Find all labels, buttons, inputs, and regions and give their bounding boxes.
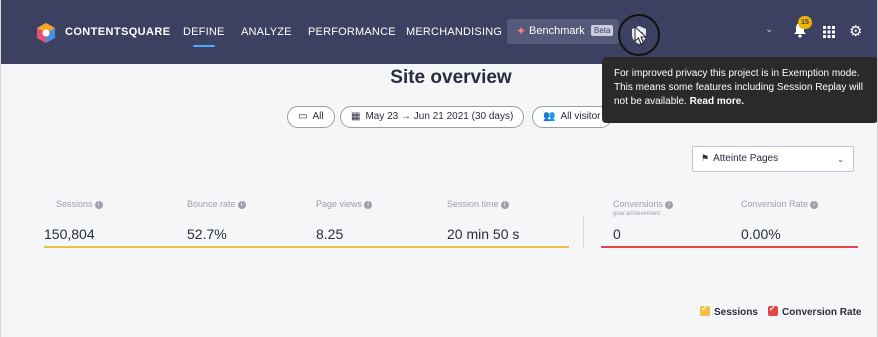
flag-icon: ⚑ — [701, 153, 710, 163]
users-icon: 👥 — [543, 111, 556, 122]
legend-checkbox-icon[interactable] — [700, 304, 710, 317]
metric-label-session-time: Session time i — [447, 199, 509, 209]
metric-value-conversions: 0 — [613, 226, 621, 242]
metric-value-bounce-rate: 52.7% — [187, 226, 227, 242]
mouse-pointer-icon — [634, 26, 648, 45]
info-icon[interactable]: i — [665, 200, 674, 209]
metric-value-page-views: 8.25 — [316, 226, 344, 242]
metric-label-conversion-rate: Conversion Rate i — [741, 199, 819, 209]
nav-define[interactable]: DEFINE — [183, 26, 225, 47]
visitors-filter-button[interactable]: 👥 All visitor — [532, 106, 612, 128]
device-filter-button[interactable]: ▭ All — [287, 106, 335, 128]
apps-grid-icon[interactable] — [823, 26, 835, 38]
chevron-down-icon[interactable]: ⌄ — [765, 24, 773, 35]
info-icon[interactable]: i — [364, 200, 373, 209]
contentsquare-logo-icon[interactable] — [35, 22, 57, 44]
top-nav: CONTENTSQUARE DEFINE ANALYZE PERFORMANCE… — [1, 0, 877, 64]
brand-name[interactable]: CONTENTSQUARE — [65, 26, 170, 38]
conversion-underline — [601, 246, 858, 248]
metric-label-conversions: Conversions i — [613, 199, 674, 209]
notification-count-badge: 15 — [798, 16, 812, 29]
page-group-select-value: Atteinte Pages — [713, 153, 779, 164]
metric-label-bounce-rate: Bounce rate i — [187, 199, 246, 209]
chevron-down-icon: ⌄ — [837, 155, 844, 164]
metric-value-conversion-rate: 0.00% — [741, 226, 781, 242]
info-icon[interactable]: i — [237, 200, 246, 209]
info-icon[interactable]: i — [94, 200, 103, 209]
legend-checkbox-icon[interactable] — [768, 304, 778, 317]
beta-badge: Beta — [591, 25, 614, 36]
date-range-button[interactable]: ▦ May 23 → Jun 21 2021 (30 days) — [340, 106, 525, 128]
metric-divider — [583, 216, 584, 248]
nav-merchandising[interactable]: MERCHANDISING — [406, 26, 502, 38]
date-range-label: May 23 → Jun 21 2021 (30 days) — [365, 111, 514, 122]
legend-sessions[interactable]: Sessions — [700, 304, 758, 318]
privacy-tooltip: For improved privacy this project is in … — [602, 57, 877, 123]
metric-value-session-time: 20 min 50 s — [447, 226, 520, 242]
read-more-link[interactable]: Read more. — [690, 96, 744, 107]
visitors-filter-label: All visitor — [560, 111, 601, 122]
benchmark-icon: ✦ — [516, 24, 527, 38]
gear-icon[interactable]: ⚙ — [849, 24, 862, 39]
page-group-select[interactable]: ⚑ Atteinte Pages ⌄ — [692, 146, 854, 172]
info-icon[interactable]: i — [810, 200, 819, 209]
nav-performance[interactable]: PERFORMANCE — [308, 26, 396, 38]
nav-analyze[interactable]: ANALYZE — [241, 26, 292, 38]
metric-sublabel-conversions: goal achievement — [613, 211, 661, 217]
device-filter-label: All — [312, 111, 324, 122]
metric-value-sessions: 150,804 — [44, 226, 95, 242]
info-icon[interactable]: i — [500, 200, 509, 209]
metric-label-page-views: Page views i — [316, 199, 373, 209]
benchmark-label: Benchmark — [529, 25, 585, 37]
metric-label-sessions: Sessions i — [56, 199, 103, 209]
benchmark-button[interactable]: ✦ Benchmark Beta — [507, 19, 619, 44]
sessions-underline — [44, 246, 569, 248]
app-frame: CONTENTSQUARE DEFINE ANALYZE PERFORMANCE… — [0, 0, 878, 337]
devices-icon: ▭ — [298, 111, 308, 122]
calendar-icon: ▦ — [351, 111, 361, 122]
legend-conversion-rate[interactable]: Conversion Rate — [768, 304, 861, 318]
